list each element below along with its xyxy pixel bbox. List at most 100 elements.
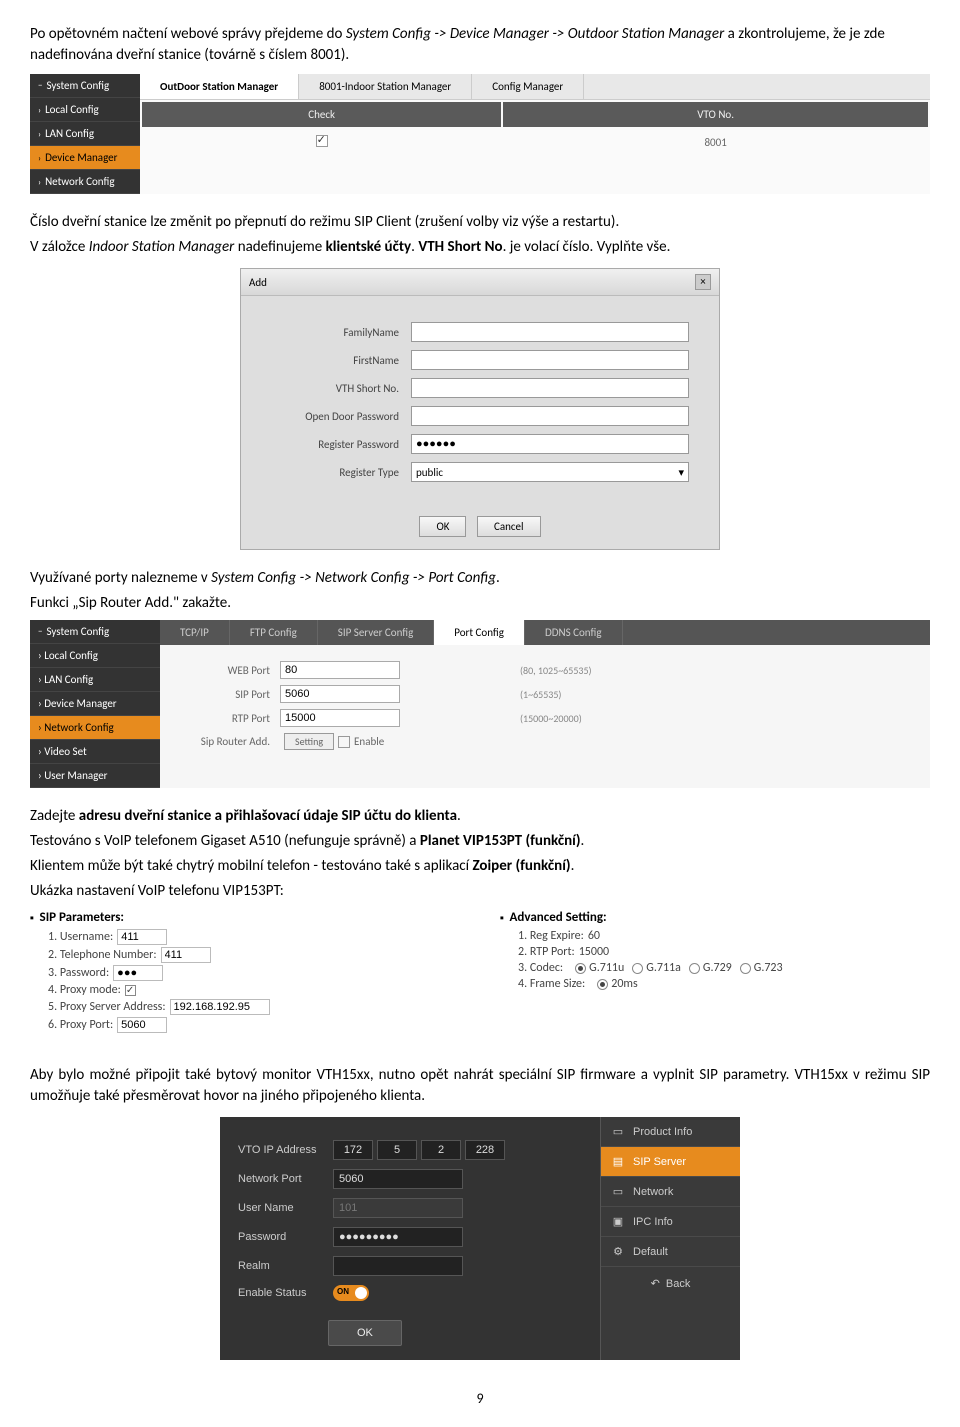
- label-rtp-port: RTP Port: [180, 712, 280, 725]
- enable-checkbox[interactable]: [338, 736, 350, 748]
- input-register-password[interactable]: [411, 434, 689, 454]
- sidebar-item-network-config[interactable]: ›Network Config: [30, 170, 140, 194]
- label-enable: Enable: [354, 735, 384, 748]
- ip-octet-input[interactable]: [333, 1140, 373, 1160]
- proxy-mode-checkbox[interactable]: [125, 985, 136, 996]
- cancel-button[interactable]: Cancel: [477, 516, 541, 537]
- sidebar-item-user-manager[interactable]: › User Manager: [30, 764, 160, 788]
- radio-20ms[interactable]: [597, 979, 608, 990]
- menu-item[interactable]: ⚙ Default: [601, 1237, 740, 1267]
- enable-status-toggle[interactable]: ON: [333, 1285, 369, 1301]
- sidebar-item-device-manager[interactable]: › Device Manager: [30, 692, 160, 716]
- tab-indoor-station[interactable]: 8001-Indoor Station Manager: [299, 74, 472, 99]
- input-vth-short-no[interactable]: [411, 378, 689, 398]
- form-row: Realm: [238, 1256, 582, 1276]
- menu-item[interactable]: ▣IPC Info: [601, 1207, 740, 1237]
- table-row: 8001: [142, 129, 928, 156]
- sidebar-item-lan-config[interactable]: › LAN Config: [30, 668, 160, 692]
- ok-button[interactable]: OK: [419, 516, 466, 537]
- sidebar-item-network-config[interactable]: › Network Config: [30, 716, 160, 740]
- sidebar-item-local-config[interactable]: › Local Config: [30, 644, 160, 668]
- form-row: Password: [238, 1227, 582, 1247]
- field-label: VTO IP Address: [238, 1144, 333, 1156]
- sidebar: −System Config ›Local Config ›LAN Config…: [30, 74, 140, 194]
- input-rtp-port[interactable]: [280, 709, 400, 727]
- tab-ftp-config[interactable]: FTP Config: [230, 620, 318, 645]
- tab-sip-server-config[interactable]: SIP Server Config: [318, 620, 435, 645]
- station-table: CheckVTO No. 8001: [140, 100, 930, 158]
- paragraph-7: Testováno s VoIP telefonem Gigaset A510 …: [30, 831, 930, 852]
- tab-config-manager[interactable]: Config Manager: [472, 74, 584, 99]
- sidebar-item-lan-config[interactable]: ›LAN Config: [30, 122, 140, 146]
- list-item: 3. Password:: [48, 965, 460, 981]
- input-field[interactable]: [113, 965, 163, 981]
- sidebar-title[interactable]: −System Config: [30, 74, 140, 98]
- ip-octet-input[interactable]: [377, 1140, 417, 1160]
- sidebar-item-local-config[interactable]: ›Local Config: [30, 98, 140, 122]
- field-label: Password: [238, 1231, 333, 1243]
- tab-bar: OutDoor Station Manager 8001-Indoor Stat…: [140, 74, 930, 100]
- tab-port-config[interactable]: Port Config: [434, 620, 525, 645]
- radio-g711a[interactable]: [632, 963, 643, 974]
- menu-item[interactable]: ▭Network: [601, 1177, 740, 1207]
- cell-vto-no: 8001: [503, 129, 928, 156]
- input-firstname[interactable]: [411, 350, 689, 370]
- paragraph-1: Po opětovném načtení webové správy přejd…: [30, 24, 930, 66]
- input-field[interactable]: [170, 999, 270, 1015]
- input-sip-port[interactable]: [280, 685, 400, 703]
- paragraph-2: Číslo dveřní stanice lze změnit po přepn…: [30, 212, 930, 233]
- menu-item[interactable]: ▤SIP Server: [601, 1147, 740, 1177]
- paragraph-9: Ukázka nastavení VoIP telefonu VIP153PT:: [30, 881, 930, 902]
- text-input[interactable]: [333, 1169, 463, 1189]
- input-field[interactable]: [161, 947, 211, 963]
- setting-button[interactable]: Setting: [284, 733, 334, 750]
- sidebar-item-device-manager[interactable]: ›Device Manager: [30, 146, 140, 170]
- menu-item[interactable]: ▭Product Info: [601, 1117, 740, 1147]
- tab-tcpip[interactable]: TCP/IP: [160, 620, 230, 645]
- ip-octet-input[interactable]: [465, 1140, 505, 1160]
- radio-g711u[interactable]: [575, 963, 586, 974]
- dialog-titlebar: Add ×: [241, 269, 719, 296]
- list-item: 2. Telephone Number:: [48, 947, 460, 963]
- sidebar-item-video-set[interactable]: › Video Set: [30, 740, 160, 764]
- label-sip-router-add: Sip Router Add.: [180, 735, 280, 748]
- menu-label: SIP Server: [633, 1156, 686, 1168]
- tab-outdoor-station[interactable]: OutDoor Station Manager: [140, 74, 299, 99]
- list-item: 4. Proxy mode:: [48, 983, 460, 997]
- th-check: Check: [142, 102, 501, 127]
- input-web-port[interactable]: [280, 661, 400, 679]
- select-register-type[interactable]: public▾: [411, 462, 689, 482]
- th-vto-no: VTO No.: [503, 102, 928, 127]
- label-open-door-password: Open Door Password: [271, 410, 411, 423]
- page-number: 9: [30, 1390, 930, 1407]
- menu-icon: ▭: [611, 1185, 625, 1198]
- form-row: User Name: [238, 1198, 582, 1218]
- text-input[interactable]: [333, 1227, 463, 1247]
- menu-label: Default: [633, 1246, 668, 1258]
- row-frame-size: 4. Frame Size: 20ms: [518, 977, 930, 991]
- tab-ddns-config[interactable]: DDNS Config: [525, 620, 623, 645]
- menu-icon: ⚙: [611, 1245, 625, 1258]
- row-checkbox[interactable]: [316, 135, 328, 147]
- list-item: 5. Proxy Server Address:: [48, 999, 460, 1015]
- field-label: Realm: [238, 1260, 333, 1272]
- back-icon: ↶: [651, 1278, 660, 1290]
- ok-button[interactable]: OK: [328, 1320, 402, 1346]
- screenshot-sip-parameters: SIP Parameters: 1. Username: 2. Telephon…: [30, 910, 930, 1035]
- radio-g723[interactable]: [740, 963, 751, 974]
- row-codec: 3. Codec: G.711u G.711a G.729 G.723: [518, 961, 930, 975]
- input-open-door-password[interactable]: [411, 406, 689, 426]
- sidebar-title[interactable]: −System Config: [30, 620, 160, 644]
- tab-bar: TCP/IP FTP Config SIP Server Config Port…: [160, 620, 930, 645]
- radio-g729[interactable]: [689, 963, 700, 974]
- close-icon[interactable]: ×: [695, 274, 711, 290]
- label-register-type: Register Type: [271, 466, 411, 479]
- screenshot-outdoor-station-manager: −System Config ›Local Config ›LAN Config…: [30, 74, 930, 194]
- input-field[interactable]: [117, 1017, 167, 1033]
- input-field[interactable]: [117, 929, 167, 945]
- back-button[interactable]: ↶Back: [601, 1267, 740, 1300]
- text-input[interactable]: [333, 1256, 463, 1276]
- dialog-title: Add: [249, 276, 267, 289]
- ip-octet-input[interactable]: [421, 1140, 461, 1160]
- input-familyname[interactable]: [411, 322, 689, 342]
